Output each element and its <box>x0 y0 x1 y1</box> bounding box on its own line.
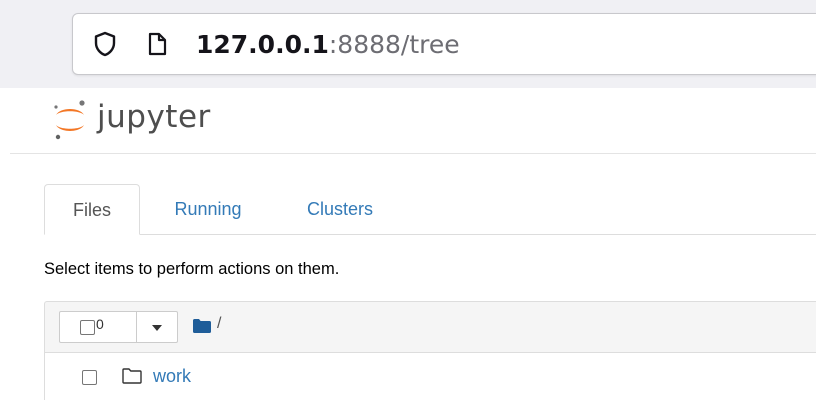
url-host: 127.0.0.1 <box>196 30 329 59</box>
tab-running[interactable]: Running <box>156 184 260 234</box>
address-bar[interactable]: 127.0.0.1:8888/tree <box>72 13 816 75</box>
folder-icon[interactable] <box>193 319 211 333</box>
selected-count: 0 <box>96 316 104 332</box>
item-name-link[interactable]: work <box>153 365 191 387</box>
breadcrumb-root[interactable]: / <box>217 315 221 333</box>
file-list-header: 0 / <box>44 301 816 353</box>
jupyter-header: jupyter <box>10 89 816 154</box>
list-item[interactable]: work <box>44 353 816 400</box>
select-dropdown: 0 <box>59 311 179 343</box>
jupyter-logo-icon[interactable] <box>50 97 90 143</box>
url-text[interactable]: 127.0.0.1:8888/tree <box>196 28 460 62</box>
select-all-button[interactable]: 0 <box>59 311 137 343</box>
item-checkbox[interactable] <box>82 370 97 385</box>
tab-files[interactable]: Files <box>44 184 140 235</box>
caret-down-icon <box>152 325 162 331</box>
page-icon[interactable] <box>147 32 167 56</box>
tab-clusters[interactable]: Clusters <box>288 184 392 234</box>
jupyter-wordmark[interactable]: jupyter <box>97 97 211 137</box>
browser-toolbar: 127.0.0.1:8888/tree <box>0 0 816 88</box>
shield-icon[interactable] <box>93 31 117 57</box>
select-all-checkbox[interactable] <box>80 320 95 335</box>
tab-bar: Files Running Clusters <box>44 184 816 235</box>
url-path: :8888/tree <box>328 30 460 59</box>
folder-outline-icon <box>122 368 142 384</box>
select-menu-toggle[interactable] <box>136 311 178 343</box>
selection-hint: Select items to perform actions on them. <box>44 260 340 278</box>
